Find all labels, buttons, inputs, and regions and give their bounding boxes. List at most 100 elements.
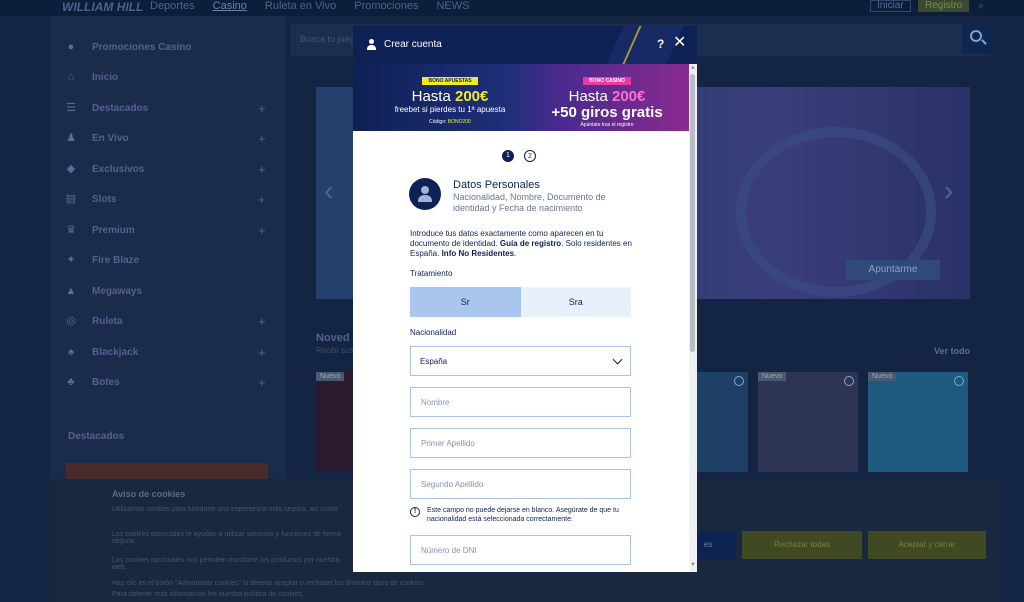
gift-icon: ● [67,41,75,53]
search-button[interactable] [962,24,992,54]
new-badge: Nuevo [868,372,897,381]
registration-guide-link[interactable]: Guía de registro [500,239,561,248]
game-tile[interactable]: Nuevo [758,372,858,472]
sidebar-item-megaways[interactable]: ▲ Megaways [50,276,286,306]
see-all-link[interactable]: Ver todo [934,346,970,356]
login-button[interactable]: Iniciar [870,0,911,12]
section-title-datos-personales: Datos Personales [453,179,540,191]
step-1: 1 [502,150,514,162]
section-title: Noved [316,332,350,344]
casino-bonus-amount: 200€ [611,88,646,105]
cookie-policy-link[interactable]: Para obtener más información lee nuestra… [112,591,532,598]
roulette-icon: ◎ [66,315,76,327]
sidebar-item-blackjack[interactable]: ♠ Blackjack + [50,337,286,367]
game-tile[interactable]: Nuevo [868,372,968,472]
nav-item-deportes[interactable]: Deportes [150,0,195,12]
top-navigation-bar: WILLIAM HILL Deportes Casino Ruleta en V… [0,0,1024,16]
scroll-up-icon[interactable]: ▲ [690,65,696,71]
info-icon: ! [410,507,420,517]
help-icon[interactable]: ? [657,37,664,51]
crown-icon: ♛ [66,224,76,236]
home-icon: ⌂ [67,71,75,83]
expand-icon[interactable]: + [258,131,266,146]
banner-cta-button[interactable]: Apuntarme [846,260,940,280]
expand-icon[interactable]: + [258,314,266,329]
non-residents-info-link[interactable]: Info No Residentes [442,249,514,258]
sidebar-item-exclusivos[interactable]: ◆ Exclusivos + [50,154,286,184]
brand-logo[interactable]: WILLIAM HILL [62,0,143,14]
chevron-left-icon[interactable]: ‹ [324,175,333,207]
sidebar-item-botes[interactable]: ♣ Botes + [50,367,286,397]
nacionalidad-label: Nacionalidad [410,328,457,337]
sidebar-item-promociones-casino[interactable]: ● Promociones Casino [50,32,286,62]
cookie-text: Las cookies esenciales te ayudan a utili… [112,531,341,545]
tratamiento-sra-option[interactable]: Sra [520,287,631,317]
reject-cookies-button[interactable]: Rechazar todas [742,531,862,559]
sidebar-item-ruleta[interactable]: ◎ Ruleta + [50,306,286,336]
register-button[interactable]: Registro [918,0,970,12]
casino-bonus-tag: BONO CASINO [583,77,631,85]
sidebar-item-destacados[interactable]: ☰ Destacados + [50,93,286,123]
chevron-right-icon[interactable]: › [944,175,953,207]
step-2: 2 [524,150,536,162]
modal-title: Crear cuenta [384,39,442,50]
nav-item-casino[interactable]: Casino [213,0,247,12]
nombre-field[interactable] [410,387,631,417]
header-search-icon[interactable]: ⌕ [978,0,984,13]
expand-icon[interactable]: + [258,223,266,238]
sidebar-item-inicio[interactable]: ⌂ Inicio [50,62,286,92]
segundo-apellido-field[interactable] [410,469,631,499]
nav-item-promociones[interactable]: Promociones [354,0,418,12]
expand-icon[interactable]: + [258,162,266,177]
nacionalidad-value: España [420,357,448,366]
primer-apellido-input[interactable] [411,429,630,457]
expand-icon[interactable]: + [258,345,266,360]
new-badge: Nuevo [316,372,345,381]
tratamiento-sr-option[interactable]: Sr [410,287,521,317]
scrollbar-thumb[interactable] [690,74,695,352]
sidebar-item-en-vivo[interactable]: ♟ En Vivo + [50,123,286,153]
section-description: Nacionalidad, Nombre, Documento de ident… [453,192,606,213]
nacionalidad-select[interactable]: España [410,346,631,376]
tratamiento-selector: Sr Sra [410,287,631,317]
cookie-text: Haz clic en el botón "Administrar cookie… [112,580,426,587]
segundo-apellido-input[interactable] [411,470,630,498]
primer-apellido-field[interactable] [410,428,631,458]
info-icon[interactable] [954,376,964,386]
slot-machine-icon: ▤ [65,193,77,205]
modal-scrollbar[interactable]: ▲ ▼ [689,64,697,572]
expand-icon[interactable]: + [258,101,266,116]
info-icon[interactable] [844,376,854,386]
personal-data-icon [409,178,441,210]
new-badge: Nuevo [758,372,787,381]
nombre-input[interactable] [411,388,630,416]
cookie-text: Las cookies opcionales nos permiten most… [112,557,340,571]
user-icon [366,39,377,50]
tratamiento-label: Tratamiento [410,269,453,278]
info-icon[interactable] [734,376,744,386]
sports-bonus-tag: BONO APUESTAS [422,77,478,85]
cookie-text: Utilizamos cookies para brindarte una ex… [112,506,338,513]
expand-icon[interactable]: + [258,192,266,207]
sports-bonus-amount: 200€ [454,88,489,105]
sidebar-item-premium[interactable]: ♛ Premium + [50,215,286,245]
nav-item-news[interactable]: NEWS [436,0,469,12]
modal-header: Crear cuenta ? ✕ [353,26,697,64]
intro-text: Introduce tus datos exactamente como apa… [410,229,632,258]
list-icon: ☰ [66,102,76,114]
close-icon[interactable]: ✕ [673,35,686,51]
accept-cookies-button[interactable]: Aceptar y cerrar [868,531,986,559]
chevron-down-icon [612,354,623,365]
sidebar-item-fire-blaze[interactable]: ✦ Fire Blaze [50,245,286,275]
sidebar-item-slots[interactable]: ▤ Slots + [50,184,286,214]
validation-warning-text: Este campo no puede dejarse en blanco. A… [427,507,619,523]
dni-field[interactable] [410,535,631,565]
sports-bonus: BONO APUESTAS Hasta 200€ freebet si pier… [394,77,506,125]
megaways-icon: ▲ [65,285,77,297]
dni-input[interactable] [411,536,630,564]
expand-icon[interactable]: + [258,375,266,390]
step-indicator: 1 2 [502,150,542,162]
scroll-down-icon[interactable]: ▼ [690,562,696,568]
nav-item-ruleta-en-vivo[interactable]: Ruleta en Vivo [265,0,336,12]
section-subtitle: Recibí sus [316,346,354,355]
